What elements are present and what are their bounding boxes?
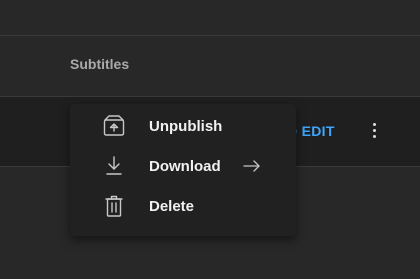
unpublish-icon	[102, 114, 126, 138]
top-strip	[0, 0, 420, 36]
menu-item-label: Unpublish	[149, 118, 223, 135]
arrow-right-icon	[242, 156, 262, 176]
menu-item-label: Delete	[149, 198, 195, 215]
more-options-icon[interactable]	[364, 119, 386, 143]
menu-item-delete[interactable]: Delete	[70, 186, 296, 226]
menu-item-download[interactable]: Download	[70, 146, 296, 186]
menu-item-label: Download	[149, 158, 221, 175]
menu-item-unpublish[interactable]: Unpublish	[70, 106, 296, 146]
trash-icon	[102, 194, 126, 218]
download-icon	[102, 154, 126, 178]
subtitles-column-header: Subtitles	[70, 56, 130, 72]
table-header-row: Subtitles	[0, 36, 420, 97]
options-menu: Unpublish Download Delete	[70, 104, 296, 236]
